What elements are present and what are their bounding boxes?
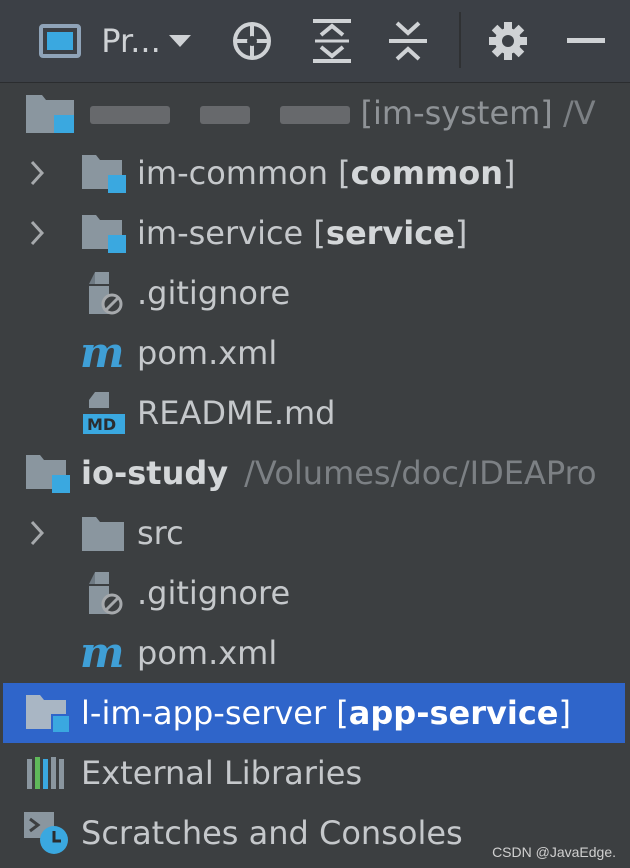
root-module-path: /V (562, 94, 596, 132)
watermark: CSDN @JavaEdge. (492, 844, 616, 860)
folder-label: src (137, 514, 184, 552)
svg-text:MD: MD (87, 415, 116, 434)
tree-row-io-study[interactable]: io-study/Volumes/doc/IDEAPro (0, 443, 630, 503)
minimize-icon[interactable] (566, 0, 606, 82)
chevron-right-icon[interactable] (22, 503, 52, 563)
file-label: pom.xml (137, 634, 278, 672)
module-folder-icon (80, 143, 128, 203)
redacted-text (200, 106, 251, 124)
module-label-im-service: im-service [service] (137, 214, 468, 252)
ignored-file-icon (84, 563, 126, 623)
tree-row-im-common[interactable]: im-common [common] (0, 143, 630, 203)
gear-icon[interactable] (486, 0, 530, 82)
file-label: pom.xml (137, 334, 278, 372)
tree-row-im-service[interactable]: im-service [service] (0, 203, 630, 263)
locate-icon[interactable] (229, 0, 275, 82)
module-label-im-common: im-common [common] (137, 154, 516, 192)
root-module-tag: [im-system] (360, 94, 553, 132)
module-folder-icon (24, 83, 78, 143)
ignored-file-icon (84, 263, 126, 323)
maven-icon: m (78, 623, 128, 683)
root-module-name: [im-system] /V (90, 83, 596, 143)
svg-text:m: m (80, 633, 124, 673)
chevron-right-icon[interactable] (22, 203, 52, 263)
redacted-text (280, 106, 351, 124)
file-label: README.md (137, 394, 336, 432)
external-libraries-label: External Libraries (81, 754, 363, 792)
tree-row-pom-xml[interactable]: m pom.xml (0, 623, 630, 683)
module-label-io-study: io-study/Volumes/doc/IDEAPro (81, 454, 597, 492)
tree-row-root-module[interactable]: [im-system] /V (0, 83, 630, 143)
tree-row-src[interactable]: src (0, 503, 630, 563)
project-toolbar: Pr... (0, 0, 630, 83)
module-folder-icon (24, 443, 72, 503)
module-folder-icon (80, 203, 128, 263)
tree-row-gitignore[interactable]: .gitignore (0, 563, 630, 623)
maven-icon: m (78, 323, 128, 383)
markdown-file-icon: MD (80, 383, 128, 443)
dropdown-icon[interactable] (166, 0, 194, 82)
tree-row-gitignore[interactable]: .gitignore (0, 263, 630, 323)
scratches-label: Scratches and Consoles (81, 814, 463, 852)
file-label: .gitignore (137, 274, 291, 312)
expand-all-icon[interactable] (309, 0, 355, 82)
tree-row-readme[interactable]: MD README.md (0, 383, 630, 443)
collapse-all-icon[interactable] (385, 0, 431, 82)
tree-row-external-libraries[interactable]: External Libraries (0, 743, 630, 803)
tree-row-app-server[interactable]: l-im-app-server [app-service] (3, 683, 625, 743)
file-label: .gitignore (137, 574, 291, 612)
redacted-text (90, 106, 170, 124)
library-icon (24, 743, 68, 803)
chevron-right-icon[interactable] (22, 143, 52, 203)
svg-text:m: m (80, 333, 124, 373)
toolbar-divider (459, 12, 461, 68)
module-label-app-server: l-im-app-server [app-service] (81, 694, 571, 732)
folder-icon (80, 503, 128, 563)
view-selector-label[interactable]: Pr... (94, 0, 168, 82)
module-folder-icon (24, 683, 72, 743)
project-window-icon[interactable] (38, 0, 82, 82)
tree-row-pom-xml[interactable]: m pom.xml (0, 323, 630, 383)
scratches-icon (22, 803, 72, 863)
